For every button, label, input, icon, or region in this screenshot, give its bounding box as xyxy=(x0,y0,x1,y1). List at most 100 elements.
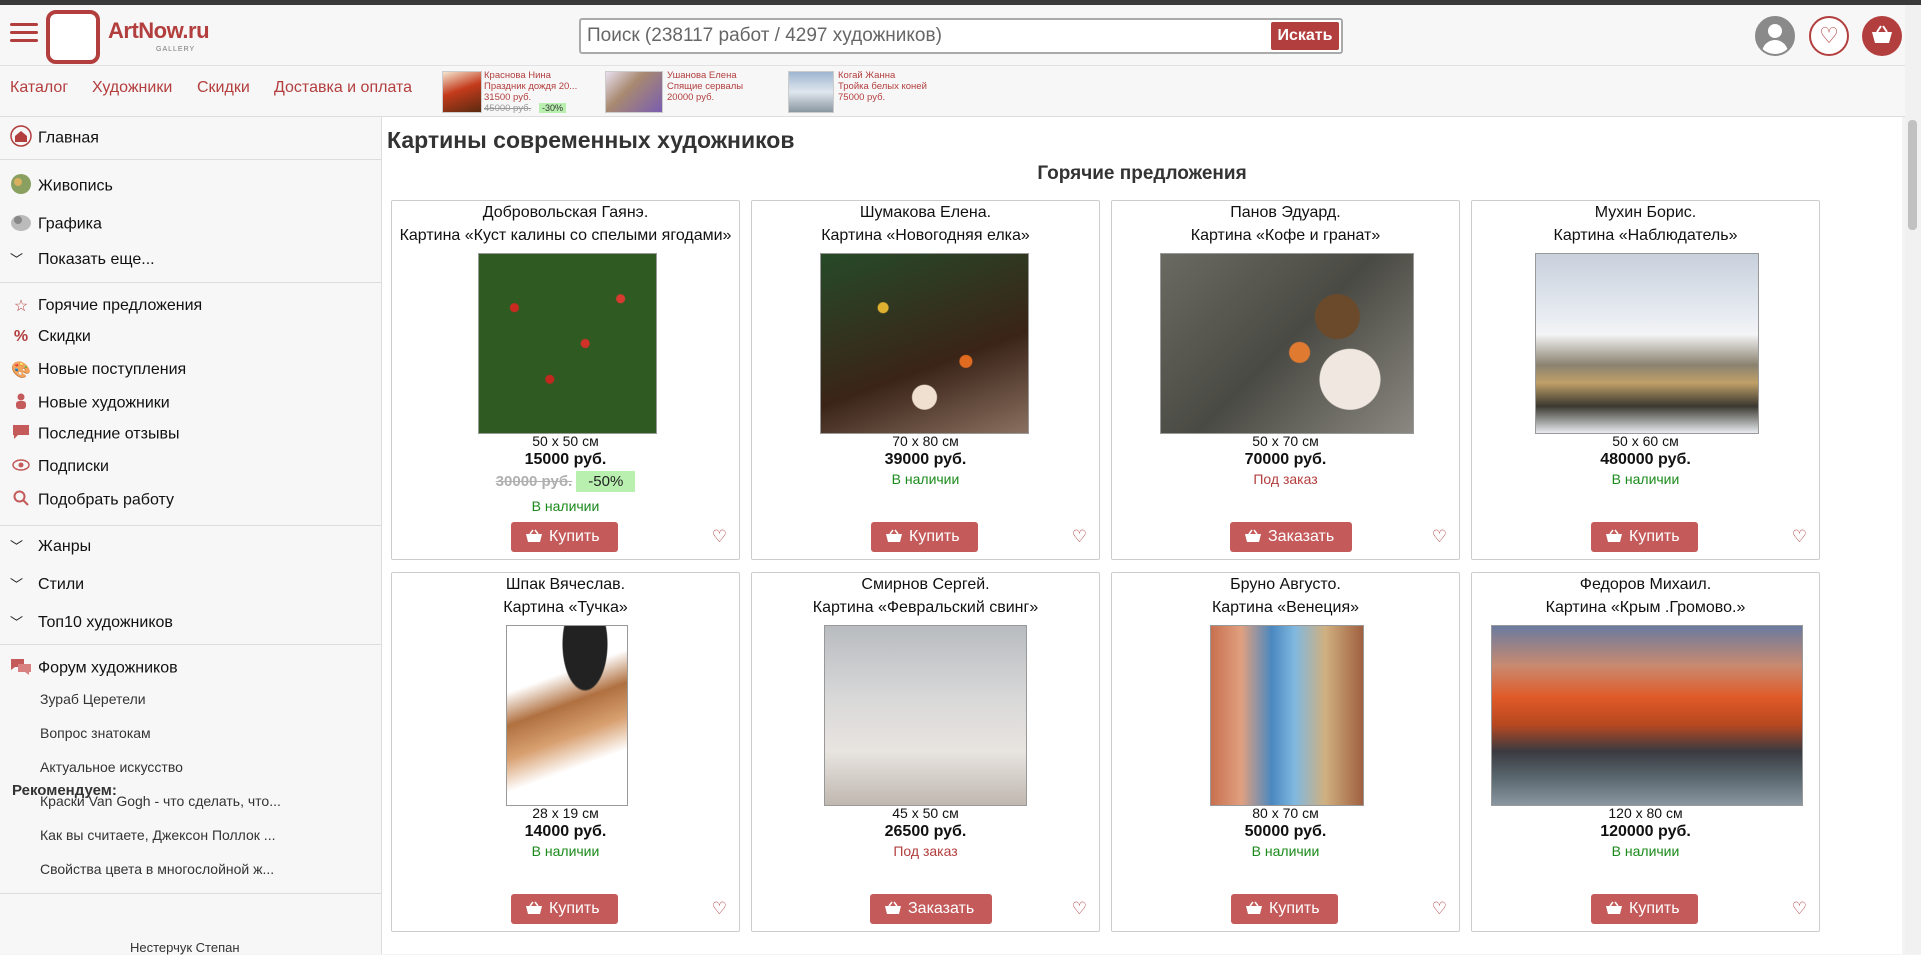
artwork-image[interactable] xyxy=(820,253,1029,434)
buy-button[interactable]: Купить xyxy=(1591,894,1698,924)
sidebar-styles[interactable]: ﹀ Стили xyxy=(10,574,84,594)
forum-topic-link[interactable]: Свойства цвета в многослойной ж... xyxy=(40,861,274,877)
card-title[interactable]: Картина «Кофе и гранат» xyxy=(1112,227,1459,245)
recommended-artist[interactable]: Нестерчук Степан xyxy=(130,940,240,955)
artwork-card[interactable]: Панов Эдуард. Картина «Кофе и гранат» 50… xyxy=(1111,200,1460,560)
divider xyxy=(0,282,381,283)
favorite-heart-icon[interactable]: ♡ xyxy=(1072,527,1087,547)
card-artist[interactable]: Панов Эдуард. xyxy=(1112,204,1459,222)
sidebar-item-hot[interactable]: ☆ Горячие предложения xyxy=(10,296,202,316)
promo-item[interactable]: Ушанова Елена Спящие сервалы 20000 руб. xyxy=(605,69,755,113)
artwork-image[interactable] xyxy=(506,625,628,806)
artwork-card[interactable]: Добровольская Гаянэ. Картина «Куст калин… xyxy=(391,200,740,560)
artwork-card[interactable]: Шпак Вячеслав. Картина «Тучка» 28 x 19 с… xyxy=(391,572,740,932)
sidebar-item-new-arrivals[interactable]: 🎨 Новые поступления xyxy=(10,360,186,380)
favorite-heart-icon[interactable]: ♡ xyxy=(1432,527,1447,547)
logo-subtitle: GALLERY xyxy=(156,46,196,53)
forum-topic-link[interactable]: Вопрос знатокам xyxy=(40,725,151,741)
scrollbar-thumb[interactable] xyxy=(1908,120,1917,230)
card-title[interactable]: Картина «Наблюдатель» xyxy=(1472,227,1819,245)
sidebar-top10[interactable]: ﹀ Топ10 художников xyxy=(10,612,173,632)
favorite-heart-icon[interactable]: ♡ xyxy=(1072,899,1087,919)
buy-button-label: Купить xyxy=(909,528,960,545)
buy-button[interactable]: Купить xyxy=(1231,894,1338,924)
sidebar-item-reviews[interactable]: Последние отзывы xyxy=(10,425,179,444)
order-button[interactable]: Заказать xyxy=(870,894,993,924)
sidebar-item-home[interactable]: Главная xyxy=(10,125,99,152)
sidebar-item-new-artists[interactable]: Новые художники xyxy=(10,393,170,414)
sidebar-item-graphics[interactable]: Графика xyxy=(10,211,102,238)
sidebar-item-label: Показать еще... xyxy=(38,251,155,268)
promo-item[interactable]: Краснова Нина Праздник дождя 20... 31500… xyxy=(442,69,592,114)
promo-price: 31500 руб. xyxy=(484,92,532,103)
search-button[interactable]: Искать xyxy=(1271,22,1339,50)
artwork-image[interactable] xyxy=(1535,253,1759,434)
forum-topic-link[interactable]: Как вы считаете, Джексон Поллок ... xyxy=(40,827,275,843)
card-title[interactable]: Картина «Венеция» xyxy=(1112,599,1459,617)
artwork-image[interactable] xyxy=(478,253,657,434)
sidebar-item-subscriptions[interactable]: Подписки xyxy=(10,458,109,476)
divider xyxy=(0,525,381,526)
card-size: 80 x 70 см xyxy=(1252,805,1319,821)
buy-button[interactable]: Купить xyxy=(511,894,618,924)
favorite-heart-icon[interactable]: ♡ xyxy=(712,527,727,547)
card-title[interactable]: Картина «Новогодняя елка» xyxy=(752,227,1099,245)
promo-thumbnail xyxy=(605,71,663,113)
sidebar-item-painting[interactable]: Живопись xyxy=(10,173,113,200)
card-artist[interactable]: Добровольская Гаянэ. xyxy=(392,204,739,222)
sidebar-forum[interactable]: Форум художников xyxy=(10,657,178,680)
buy-button[interactable]: Купить xyxy=(1591,522,1698,552)
card-artist[interactable]: Шпак Вячеслав. xyxy=(392,576,739,594)
sidebar-item-label: Графика xyxy=(38,215,102,233)
card-discount-row: 30000 руб. -50% xyxy=(392,471,739,492)
artwork-card[interactable]: Смирнов Сергей. Картина «Февральский сви… xyxy=(751,572,1100,932)
sidebar-show-more[interactable]: ﹀ Показать еще... xyxy=(10,249,155,269)
artwork-card[interactable]: Бруно Августо. Картина «Венеция» 80 x 70… xyxy=(1111,572,1460,932)
favorites-heart-icon[interactable]: ♡ xyxy=(1809,16,1849,56)
favorite-heart-icon[interactable]: ♡ xyxy=(1792,527,1807,547)
nav-catalog[interactable]: Каталог xyxy=(10,79,68,97)
card-artist[interactable]: Шумакова Елена. xyxy=(752,204,1099,222)
nav-artists[interactable]: Художники xyxy=(92,79,172,97)
divider xyxy=(0,644,381,645)
favorite-heart-icon[interactable]: ♡ xyxy=(1432,899,1447,919)
forum-topic-link[interactable]: Зураб Церетели xyxy=(40,691,146,707)
artwork-image[interactable] xyxy=(1491,625,1803,806)
card-artist[interactable]: Мухин Борис. xyxy=(1472,204,1819,222)
card-artist[interactable]: Смирнов Сергей. xyxy=(752,576,1099,594)
user-account-icon[interactable] xyxy=(1755,16,1795,56)
search-input[interactable] xyxy=(581,20,1273,52)
card-title[interactable]: Картина «Крым .Громово.» xyxy=(1472,599,1819,617)
sidebar-item-discounts[interactable]: % Скидки xyxy=(10,328,91,346)
promo-item[interactable]: Когай Жанна Тройка белых коней 75000 руб… xyxy=(788,69,938,113)
discount-badge: -50% xyxy=(576,471,636,492)
site-logo[interactable]: ArtNow.ru GALLERY xyxy=(46,8,210,64)
page-scrollbar[interactable] xyxy=(1905,5,1921,954)
cart-basket-icon[interactable] xyxy=(1862,16,1902,56)
buy-button[interactable]: Купить xyxy=(871,522,978,552)
card-artist[interactable]: Федоров Михаил. xyxy=(1472,576,1819,594)
artwork-image[interactable] xyxy=(824,625,1027,806)
sidebar-genres[interactable]: ﹀ Жанры xyxy=(10,536,91,556)
card-title[interactable]: Картина «Тучка» xyxy=(392,599,739,617)
artwork-image[interactable] xyxy=(1210,625,1364,806)
artwork-card[interactable]: Мухин Борис. Картина «Наблюдатель» 50 x … xyxy=(1471,200,1820,560)
buy-button[interactable]: Купить xyxy=(511,522,618,552)
card-title[interactable]: Картина «Куст калины со спелыми ягодами» xyxy=(392,227,739,245)
artwork-card[interactable]: Шумакова Елена. Картина «Новогодняя елка… xyxy=(751,200,1100,560)
card-artist[interactable]: Бруно Августо. xyxy=(1112,576,1459,594)
artwork-image[interactable] xyxy=(1160,253,1414,434)
sidebar-item-find-artwork[interactable]: Подобрать работу xyxy=(10,490,174,511)
artwork-card[interactable]: Федоров Михаил. Картина «Крым .Громово.»… xyxy=(1471,572,1820,932)
nav-delivery[interactable]: Доставка и оплата xyxy=(274,79,412,97)
menu-icon[interactable] xyxy=(10,19,38,47)
recommend-heading: Рекомендуем: xyxy=(12,782,117,799)
order-button[interactable]: Заказать xyxy=(1230,522,1353,552)
forum-topic-link[interactable]: Актуальное искусство xyxy=(40,759,183,775)
card-title[interactable]: Картина «Февральский свинг» xyxy=(752,599,1099,617)
favorite-heart-icon[interactable]: ♡ xyxy=(1792,899,1807,919)
main-nav: Каталог Художники Скидки Доставка и опла… xyxy=(0,66,1921,117)
favorite-heart-icon[interactable]: ♡ xyxy=(712,899,727,919)
graphics-icon xyxy=(10,211,32,238)
nav-discounts[interactable]: Скидки xyxy=(197,79,250,97)
